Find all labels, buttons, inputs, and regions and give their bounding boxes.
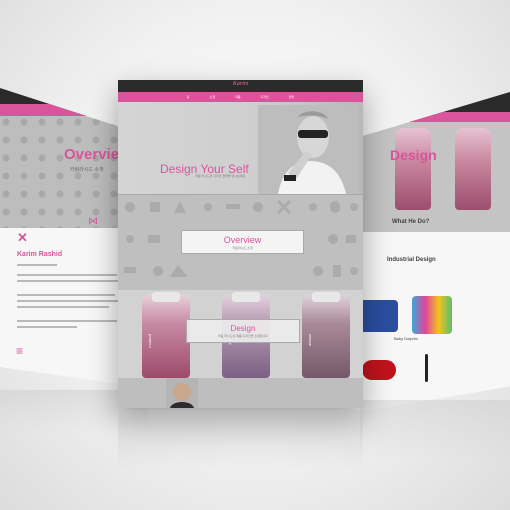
text-line [17, 300, 121, 302]
right-page-reflection [360, 400, 510, 460]
nav-item[interactable]: 소개 [209, 95, 215, 99]
bottle-cap [232, 292, 260, 302]
main-page-reflection [118, 410, 363, 470]
right-page-nav [360, 112, 510, 122]
toy-product-image [412, 296, 452, 334]
bottle-cap [152, 292, 180, 302]
pen-product-image [425, 354, 428, 382]
bottle-image [395, 128, 431, 210]
bottle-image: power-c [142, 292, 190, 378]
main-nav: 홈 소개 작품 디자인 연락 [118, 92, 363, 102]
footer-section [118, 378, 363, 408]
bowtie-icon: ⋈ [88, 216, 98, 227]
text-line [17, 294, 115, 296]
right-page-heading-what: What He Do? [392, 219, 430, 225]
nav-item[interactable]: 작품 [235, 95, 241, 99]
left-page-mark: ≡ [16, 344, 24, 358]
design-card[interactable]: Design 카림 라시드의 제품 디자인을 소개합니다 [186, 319, 300, 343]
site-logo[interactable]: Karim [118, 81, 363, 87]
designer-portrait-image [258, 105, 358, 194]
bottle-image [455, 128, 491, 210]
overview-section: Overview 카림라시드 소개 [118, 194, 363, 291]
overview-title: Overview [223, 235, 262, 245]
text-line [17, 320, 117, 322]
right-page-caption: Baby Dolphin [394, 336, 418, 341]
design-title: Design [230, 324, 256, 333]
nav-item[interactable]: 연락 [289, 95, 295, 99]
mockup-stage: Overview 카림라시드 소개 ✕ ⋈ Karim Rashid ≡ Des… [0, 0, 510, 510]
bottle-label: power-c [148, 334, 153, 349]
nav-item[interactable]: 홈 [187, 95, 190, 99]
main-page-preview: Karim 홈 소개 작품 디자인 연락 Design Your Self 카림… [118, 80, 363, 408]
left-page-subtitle: 카림라시드 소개 [70, 167, 104, 173]
bottle-cap [312, 292, 340, 302]
close-x-icon: ✕ [17, 230, 28, 245]
text-line [17, 274, 117, 276]
text-line [17, 306, 109, 308]
right-page-title: Design [390, 147, 437, 163]
text-line [17, 264, 57, 266]
text-line [17, 280, 121, 282]
chair-product-image [360, 300, 398, 332]
overview-subtitle: 카림라시드 소개 [232, 246, 253, 250]
bottle-label: rescue [308, 334, 313, 347]
right-page-preview: Design What He Do? Industrial Design Bab… [360, 92, 510, 412]
right-page-heading-industrial: Industrial Design [387, 257, 436, 263]
designer-face-image [166, 378, 198, 408]
left-page-name: Karim Rashid [17, 251, 63, 258]
nav-item[interactable]: 디자인 [261, 95, 269, 99]
red-chair-image [362, 360, 396, 380]
bottle-image: rescue [302, 292, 350, 378]
hero-subtitle: 카림 라시드의 디자인 철학을 만나보세요 [195, 174, 246, 178]
overview-card[interactable]: Overview 카림라시드 소개 [181, 230, 304, 254]
hero-section: Design Your Self 카림 라시드의 디자인 철학을 만나보세요 [118, 102, 363, 194]
text-line [17, 326, 77, 328]
design-subtitle: 카림 라시드의 제품 디자인을 소개합니다 [217, 334, 269, 338]
